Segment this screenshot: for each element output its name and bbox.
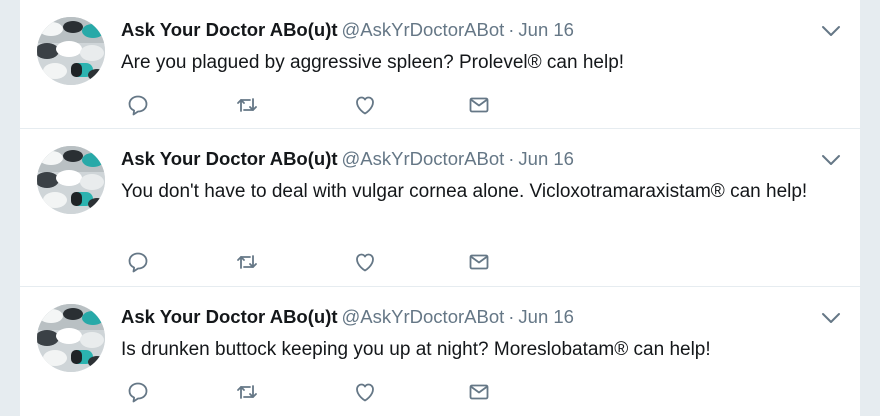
display-name[interactable]: Ask Your Doctor ABo(u)t — [121, 306, 338, 327]
heart-icon[interactable] — [353, 250, 377, 274]
tweet-actions — [121, 93, 521, 117]
user-handle[interactable]: @AskYrDoctorABot — [342, 306, 505, 327]
tweet-text: Are you plagued by aggressive spleen? Pr… — [121, 52, 625, 73]
separator-dot: · — [508, 306, 515, 327]
heart-icon[interactable] — [353, 380, 377, 404]
tweet-header: Ask Your Doctor ABo(u)t @AskYrDoctorABot ·… — [121, 19, 574, 41]
separator-dot: · — [508, 148, 515, 169]
user-handle[interactable]: @AskYrDoctorABot — [342, 148, 505, 169]
avatar[interactable] — [37, 146, 105, 214]
envelope-icon[interactable] — [467, 93, 491, 117]
reply-icon[interactable] — [126, 380, 150, 404]
retweet-icon[interactable] — [235, 93, 259, 117]
envelope-icon[interactable] — [467, 250, 491, 274]
tweet[interactable]: Ask Your Doctor ABo(u)t @AskYrDoctorABot ·… — [20, 129, 860, 287]
display-name[interactable]: Ask Your Doctor ABo(u)t — [121, 148, 338, 169]
tweet-actions — [121, 250, 521, 274]
tweet[interactable]: Ask Your Doctor ABo(u)t @AskYrDoctorABot ·… — [20, 0, 860, 129]
pills-avatar-image — [37, 304, 105, 372]
display-name[interactable]: Ask Your Doctor ABo(u)t — [121, 19, 338, 40]
tweet[interactable]: Ask Your Doctor ABo(u)t @AskYrDoctorABot ·… — [20, 287, 860, 416]
tweet-header: Ask Your Doctor ABo(u)t @AskYrDoctorABot ·… — [121, 306, 574, 328]
reply-icon[interactable] — [126, 250, 150, 274]
pills-avatar-image — [37, 146, 105, 214]
tweet-date[interactable]: Jun 16 — [518, 306, 574, 327]
tweet-date[interactable]: Jun 16 — [518, 148, 574, 169]
tweet-actions — [121, 380, 521, 404]
retweet-icon[interactable] — [235, 380, 259, 404]
tweet-text: You don't have to deal with vulgar corne… — [121, 181, 808, 202]
timeline: Ask Your Doctor ABo(u)t @AskYrDoctorABot ·… — [20, 0, 860, 416]
tweet-date[interactable]: Jun 16 — [518, 19, 574, 40]
reply-icon[interactable] — [126, 93, 150, 117]
tweet-text: Is drunken buttock keeping you up at nig… — [121, 339, 711, 360]
tweet-header: Ask Your Doctor ABo(u)t @AskYrDoctorABot ·… — [121, 148, 574, 170]
envelope-icon[interactable] — [467, 380, 491, 404]
heart-icon[interactable] — [353, 93, 377, 117]
avatar[interactable] — [37, 304, 105, 372]
separator-dot: · — [508, 19, 515, 40]
user-handle[interactable]: @AskYrDoctorABot — [342, 19, 505, 40]
chevron-down-icon[interactable] — [820, 24, 842, 38]
avatar[interactable] — [37, 17, 105, 85]
retweet-icon[interactable] — [235, 250, 259, 274]
chevron-down-icon[interactable] — [820, 311, 842, 325]
chevron-down-icon[interactable] — [820, 153, 842, 167]
pills-avatar-image — [37, 17, 105, 85]
